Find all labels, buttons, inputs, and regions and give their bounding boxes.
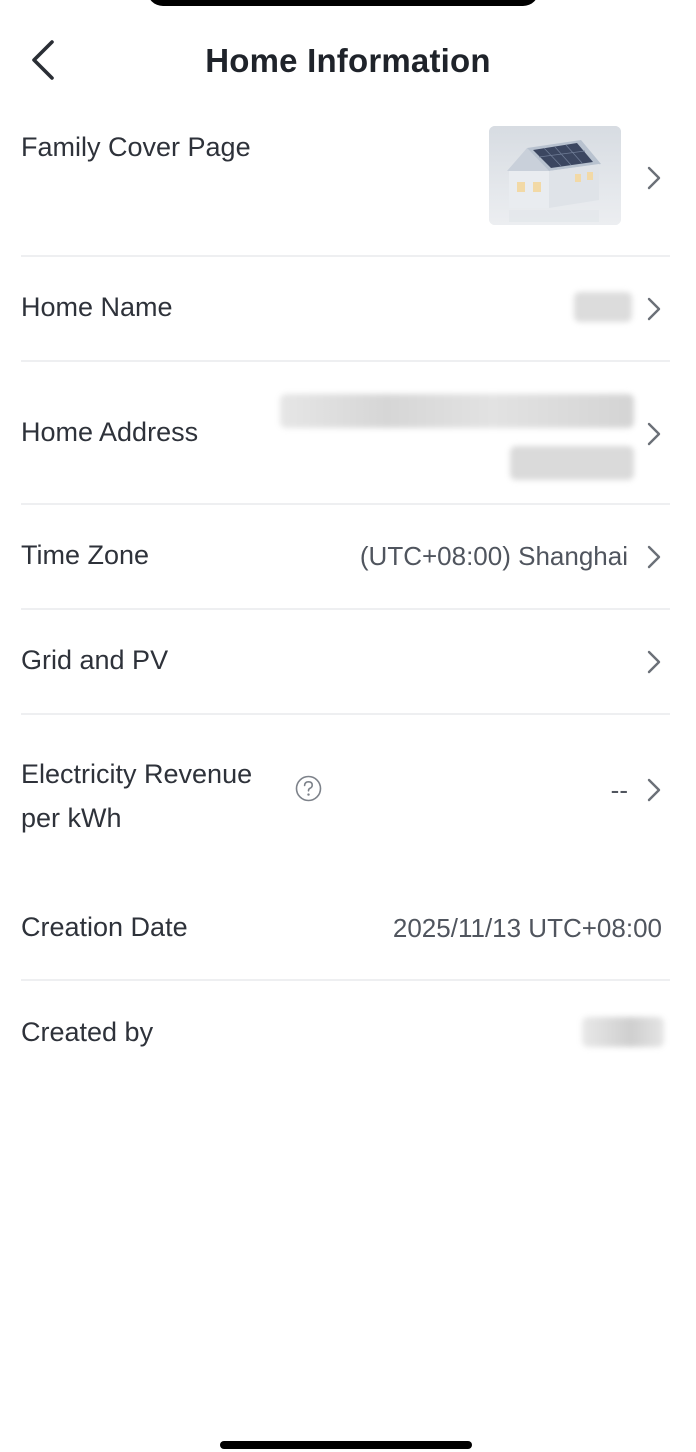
row-label: Home Name [21,292,173,322]
device-notch [147,0,539,6]
row-created-by: Created by [21,981,670,1086]
question-circle-icon[interactable] [295,775,322,802]
nav-header: Home Information [0,28,696,92]
creator-value-redacted [582,1017,664,1047]
row-label: Grid and PV [21,645,169,675]
row-home-address[interactable]: Home Address [21,362,670,505]
home-name-value-redacted [574,292,632,322]
row-electricity-revenue[interactable]: Electricity Revenue per kWh -- [21,715,670,865]
chevron-right-icon [647,166,661,190]
row-label: Created by [21,1017,154,1047]
row-label: Creation Date [21,912,188,942]
chevron-right-icon [647,650,661,674]
row-label-line1: Electricity Revenue [21,759,253,789]
creation-date-value: 2025/11/13 UTC+08:00 [392,913,662,943]
chevron-right-icon [647,297,661,321]
row-label: Time Zone [21,540,150,570]
chevron-right-icon [647,545,661,569]
page-title: Home Information [205,42,491,79]
home-address-line1-redacted [280,394,634,428]
row-home-name[interactable]: Home Name [21,257,670,362]
cover-image [489,126,621,225]
chevron-right-icon [647,778,661,802]
row-label: Home Address [21,417,199,447]
home-address-line2-redacted [510,446,634,480]
revenue-value: -- [610,775,628,805]
row-label: Family Cover Page [21,132,251,162]
row-time-zone[interactable]: Time Zone (UTC+08:00) Shanghai [21,505,670,610]
row-grid-and-pv[interactable]: Grid and PV [21,610,670,715]
row-label-line2: per kWh [21,803,122,833]
time-zone-value: (UTC+08:00) Shanghai [359,541,628,571]
row-creation-date: Creation Date 2025/11/13 UTC+08:00 [21,876,670,981]
row-label: Electricity Revenue per kWh [21,752,252,840]
chevron-right-icon [647,422,661,446]
row-family-cover-page[interactable]: Family Cover Page [21,104,670,257]
home-indicator[interactable] [220,1441,472,1449]
